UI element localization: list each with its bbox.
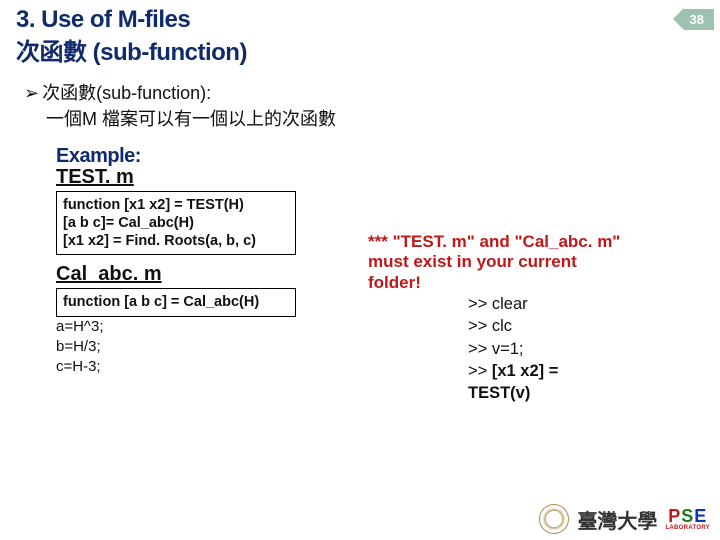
filename-test: TEST. m [56, 166, 696, 189]
title-line-1: 3. Use of M-files [16, 6, 704, 34]
cmd-line: >> clear [468, 293, 688, 315]
code-line: function [x1 x2] = TEST(H) [63, 196, 289, 214]
cmd-line: >> v=1; [468, 338, 688, 360]
page-number: 38 [684, 9, 714, 30]
code-line: function [a b c] = Cal_abc(H) [63, 293, 289, 311]
bullet-arrow-icon: ➢ [24, 83, 39, 103]
page-number-banner: 38 [673, 8, 714, 30]
note-line-3: folder! [368, 273, 688, 293]
right-column: *** "TEST. m" and "Cal_abc. m" must exis… [368, 232, 688, 405]
code-box-test: function [x1 x2] = TEST(H) [a b c]= Cal_… [56, 191, 296, 255]
footer: 臺灣大學 PSE LABORATORY [539, 504, 710, 534]
note-line-1: *** "TEST. m" and "Cal_abc. m" [368, 232, 688, 252]
note-line-2: must exist in your current [368, 252, 688, 272]
bullet-heading: ➢次函數(sub-function): [24, 79, 696, 105]
bullet-subtext: 一個M 檔案可以有一個以上的次函數 [46, 105, 696, 131]
cmd-line: >> [x1 x2] = [468, 360, 688, 382]
cmd-bold: [x1 x2] = [492, 362, 559, 380]
pse-letters: PSE [665, 507, 710, 525]
university-name: 臺灣大學 [577, 505, 657, 534]
cmd-line: TEST(v) [468, 382, 688, 404]
cmd-line: >> clc [468, 315, 688, 337]
cmd-bold: TEST(v) [468, 384, 530, 402]
slide-title: 3. Use of M-files 次函數 (sub-function) [0, 0, 720, 71]
pse-logo: PSE LABORATORY [665, 507, 710, 531]
university-seal-icon [539, 504, 569, 534]
code-line: [x1 x2] = Find. Roots(a, b, c) [63, 232, 289, 250]
code-line: [a b c]= Cal_abc(H) [63, 214, 289, 232]
bullet-heading-text: 次函數(sub-function): [42, 83, 211, 103]
code-box-calabc: function [a b c] = Cal_abc(H) [56, 288, 296, 316]
command-block: >> clear >> clc >> v=1; >> [x1 x2] = TES… [468, 293, 688, 404]
page-number-arrow [673, 8, 684, 30]
cmd-prompt: >> [468, 362, 492, 380]
example-label: Example: [56, 145, 696, 168]
pse-lab-label: LABORATORY [665, 525, 710, 531]
title-line-2: 次函數 (sub-function) [16, 32, 704, 67]
